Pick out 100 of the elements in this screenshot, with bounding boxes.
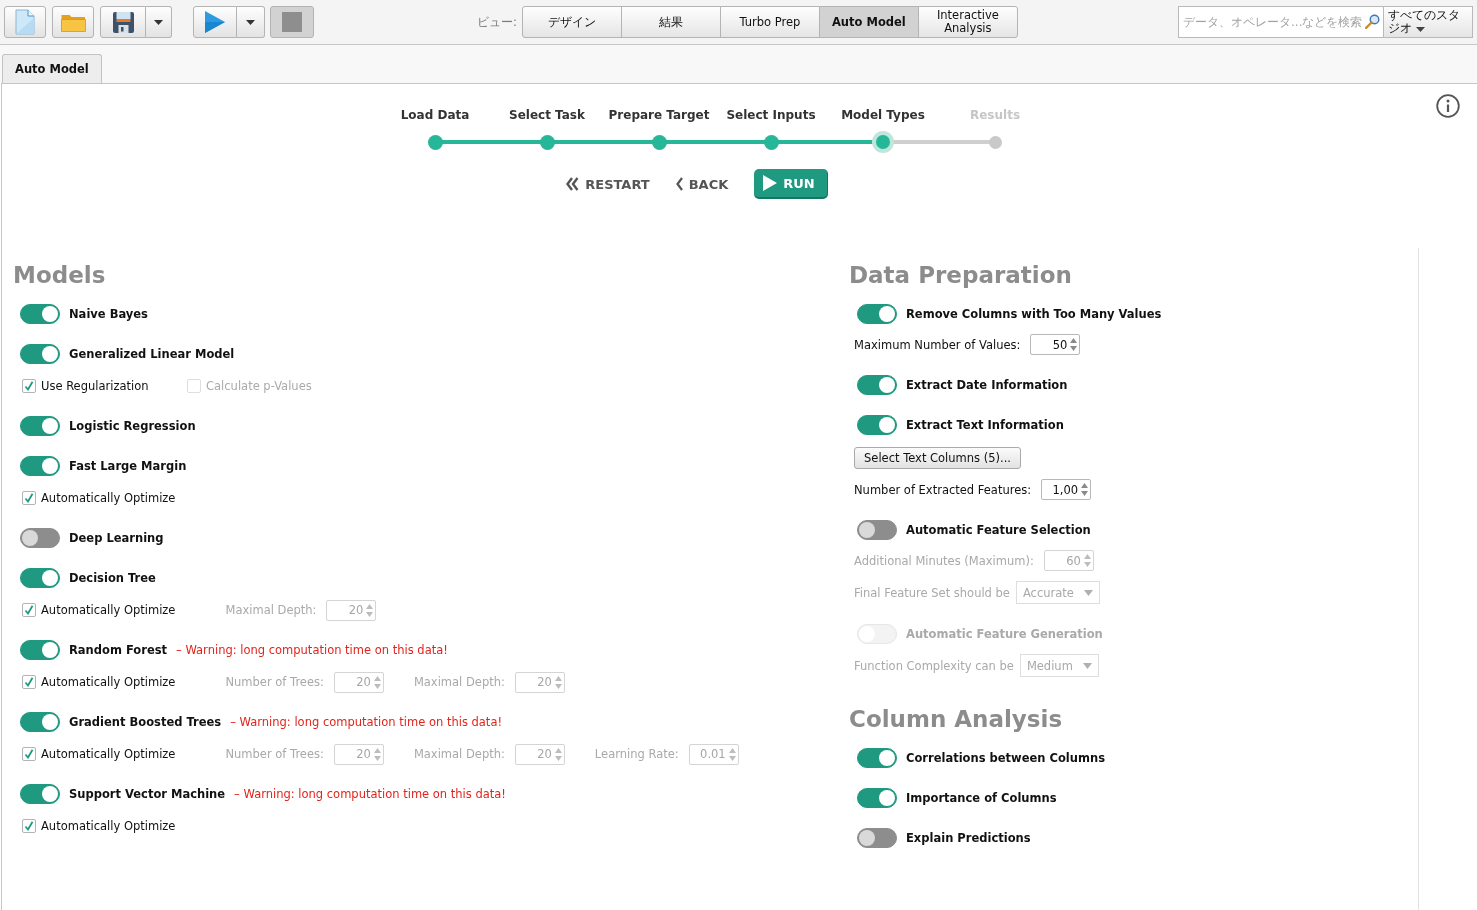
toggle-switch[interactable]: [20, 712, 60, 732]
step-dot[interactable]: [539, 134, 555, 150]
caret-icon: [1083, 589, 1093, 596]
toggle-label: Deep Learning: [69, 531, 164, 545]
toggle-switch[interactable]: [20, 456, 60, 476]
checkmark-icon: [24, 821, 34, 831]
toggle-switch[interactable]: [20, 568, 60, 588]
new-button[interactable]: [4, 6, 46, 38]
field-label: Number of Extracted Features:: [854, 482, 1032, 497]
toggle-label: Correlations between Columns: [906, 751, 1105, 765]
caret-icon: [1415, 27, 1425, 32]
checkbox-label: Calculate p-Values: [206, 379, 312, 393]
toggle-switch[interactable]: [20, 528, 60, 548]
toggle-switch[interactable]: [857, 304, 897, 324]
warning-text: – Warning: long computation time on this data!: [230, 715, 503, 729]
checkbox-label: Automatically Optimize: [41, 603, 176, 617]
toggle-switch[interactable]: [857, 748, 897, 768]
step-dot[interactable]: [988, 135, 1002, 149]
toggle-label: Generalized Linear Model: [69, 347, 235, 361]
toggle-switch[interactable]: [20, 640, 60, 660]
toggle-switch[interactable]: [857, 520, 897, 540]
step-dot[interactable]: [427, 134, 443, 150]
warning-text: – Warning: long computation time on this data!: [234, 787, 506, 801]
toggle-label: Fast Large Margin: [69, 459, 187, 473]
toggle-label: Extract Date Information: [906, 378, 1068, 392]
search-icon: [1365, 14, 1380, 29]
view-tab[interactable]: Auto Model: [818, 6, 919, 38]
checkbox-label: Automatically Optimize: [41, 491, 176, 505]
field-label: Function Complexity can be: [854, 658, 1014, 673]
double-chevron-left-icon: [566, 177, 580, 191]
checkbox[interactable]: [22, 819, 36, 833]
checkbox[interactable]: [22, 747, 36, 761]
toggle-switch[interactable]: [20, 344, 60, 364]
toggle-label: Gradient Boosted Trees: [69, 715, 222, 729]
document-icon: [15, 9, 35, 35]
caret-icon: [154, 19, 163, 25]
field-label: Maximal Depth:: [225, 603, 317, 617]
toggle-label: Logistic Regression: [69, 419, 196, 433]
field-label: Maximum Number of Values:: [854, 337, 1021, 352]
toggle-label: Random Forest: [69, 643, 168, 657]
checkbox-label: Automatically Optimize: [41, 819, 176, 833]
checkbox-label: Use Regularization: [41, 379, 149, 393]
info-icon[interactable]: [1435, 94, 1460, 118]
toggle-switch[interactable]: [857, 375, 897, 395]
step-label: Load Data: [399, 108, 471, 123]
toggle-switch[interactable]: [857, 828, 897, 848]
step-label: Model Types: [840, 108, 926, 123]
search-field[interactable]: データ、オペレータ...などを検索: [1178, 6, 1384, 38]
studio-menu-button[interactable]: すべてのスタジオ: [1384, 6, 1473, 38]
checkmark-icon: [24, 677, 34, 687]
spinner-arrows-icon[interactable]: [1081, 483, 1089, 496]
warning-text: – Warning: long computation time on this data!: [176, 643, 448, 657]
checkbox[interactable]: [22, 379, 36, 393]
open-button[interactable]: [52, 6, 94, 38]
save-menu-button[interactable]: [146, 6, 172, 38]
section-title: Column Analysis: [849, 705, 1064, 734]
toggle-label: Automatic Feature Generation: [906, 627, 1103, 641]
step-dot[interactable]: [763, 134, 779, 150]
view-tab[interactable]: Interactive Analysis: [917, 6, 1018, 38]
folder-icon: [60, 12, 86, 32]
back-button[interactable]: BACK: [675, 169, 729, 199]
view-tab[interactable]: デザイン: [521, 6, 622, 38]
step-dot[interactable]: [872, 131, 894, 153]
select-columns-button[interactable]: Select Text Columns (5)...: [854, 447, 1021, 469]
checkmark-icon: [24, 605, 34, 615]
view-tab[interactable]: 結果: [620, 6, 721, 38]
chevron-left-icon: [675, 177, 683, 191]
checkmark-icon: [24, 381, 34, 391]
toggle-switch[interactable]: [857, 788, 897, 808]
toggle-label: Automatic Feature Selection: [906, 523, 1091, 537]
toggle-switch[interactable]: [20, 784, 60, 804]
section-title: Data Preparation: [849, 261, 1073, 290]
checkbox[interactable]: [22, 491, 36, 505]
toggle-switch[interactable]: [20, 416, 60, 436]
run-menu-button[interactable]: [237, 6, 265, 38]
tab[interactable]: Auto Model: [2, 54, 102, 83]
step-label: Prepare Target: [607, 108, 711, 123]
checkbox-label: Automatically Optimize: [41, 675, 176, 689]
toggle-switch[interactable]: [857, 415, 897, 435]
number-spinner[interactable]: 50: [1030, 334, 1081, 355]
checkbox[interactable]: [22, 603, 36, 617]
field-label: Learning Rate:: [594, 747, 679, 761]
field-label: Number of Trees:: [225, 675, 324, 689]
spinner-arrows-icon[interactable]: [1070, 338, 1078, 351]
view-tab[interactable]: Turbo Prep: [719, 6, 820, 38]
toggle-switch[interactable]: [20, 304, 60, 324]
number-spinner[interactable]: 1,00: [1041, 479, 1092, 500]
toggle-label: Support Vector Machine: [69, 787, 226, 801]
run-process-button[interactable]: [193, 6, 237, 38]
play-icon: [763, 175, 778, 191]
toggle-label: Extract Text Information: [906, 418, 1064, 432]
step-label: Select Task: [508, 108, 586, 123]
step-dot[interactable]: [651, 134, 667, 150]
restart-button[interactable]: RESTART: [566, 169, 650, 199]
run-button[interactable]: RUN: [754, 169, 828, 199]
field-label: Additional Minutes (Maximum):: [854, 553, 1034, 568]
save-button[interactable]: [100, 6, 146, 38]
checkbox[interactable]: [22, 675, 36, 689]
field-label: Final Feature Set should be: [854, 585, 1010, 600]
toggle-label: Importance of Columns: [906, 791, 1057, 805]
